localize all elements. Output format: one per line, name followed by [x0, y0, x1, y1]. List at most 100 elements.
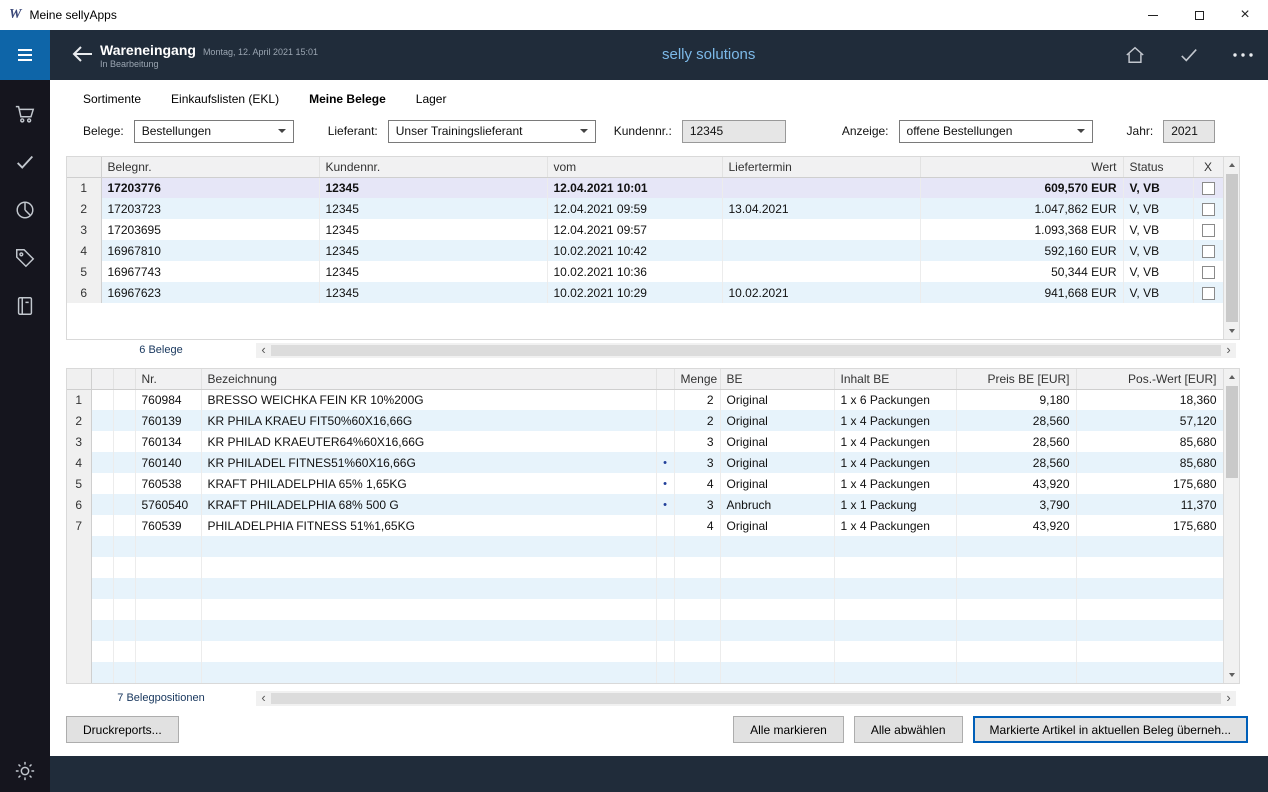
empty-row[interactable]	[67, 557, 1223, 578]
header-status[interactable]: Status	[1123, 157, 1193, 177]
beleg-row[interactable]: 4169678101234510.02.2021 10:42592,160 EU…	[67, 240, 1223, 261]
header-kundennr[interactable]: Kundennr.	[319, 157, 547, 177]
cell-menge: 2	[674, 389, 720, 410]
confirm-button[interactable]	[1178, 46, 1200, 64]
pie-chart-icon	[14, 199, 36, 221]
header-liefertermin[interactable]: Liefertermin	[722, 157, 920, 177]
header-wert[interactable]: Wert	[920, 157, 1123, 177]
maximize-button[interactable]	[1176, 0, 1222, 30]
row-number: 6	[67, 282, 101, 303]
tab-einkaufslisten[interactable]: Einkaufslisten (EKL)	[171, 92, 279, 114]
cell-inhalt-be: 1 x 4 Packungen	[834, 515, 956, 536]
appbar: Wareneingang Montag, 12. April 2021 15:0…	[50, 30, 1268, 80]
row-checkbox[interactable]	[1202, 245, 1215, 258]
tab-lager[interactable]: Lager	[416, 92, 447, 114]
belege-hscroll-thumb[interactable]	[271, 345, 1221, 356]
row-checkbox[interactable]	[1202, 182, 1215, 195]
cell-blank-a	[91, 452, 113, 473]
position-row[interactable]: 4760140KR PHILADEL FITNES51%60X16,66G•3O…	[67, 452, 1223, 473]
page-title-block: Wareneingang Montag, 12. April 2021 15:0…	[100, 42, 318, 69]
positionen-vscroll-thumb[interactable]	[1226, 386, 1238, 478]
cell-empty	[720, 599, 834, 620]
header-be[interactable]: BE	[720, 369, 834, 389]
cell-empty	[135, 536, 201, 557]
minimize-button[interactable]	[1130, 0, 1176, 30]
belege-vscroll[interactable]	[1223, 157, 1239, 339]
jahr-field[interactable]: 2021	[1163, 120, 1215, 143]
position-row[interactable]: 1760984BRESSO WEICHKA FEIN KR 10%200G2Or…	[67, 389, 1223, 410]
scroll-up-icon[interactable]	[1224, 369, 1240, 385]
row-checkbox[interactable]	[1202, 203, 1215, 216]
positionen-vscroll[interactable]	[1223, 369, 1239, 683]
header-preis-be[interactable]: Preis BE [EUR]	[956, 369, 1076, 389]
belege-vscroll-thumb[interactable]	[1226, 174, 1238, 322]
cell-pos-wert: 85,680	[1076, 431, 1223, 452]
uebernehmen-button[interactable]: Markierte Artikel in aktuellen Beleg übe…	[973, 716, 1248, 743]
alle-abwaehlen-button[interactable]: Alle abwählen	[854, 716, 963, 743]
position-row[interactable]: 3760134KR PHILAD KRAEUTER64%60X16,66G3Or…	[67, 431, 1223, 452]
positionen-hscroll[interactable]: ‹ ›	[256, 691, 1236, 706]
cell-blank-a	[91, 494, 113, 515]
cell-empty	[674, 641, 720, 662]
scroll-right-icon[interactable]: ›	[1221, 691, 1236, 705]
scroll-left-icon[interactable]: ‹	[256, 691, 271, 705]
header-bezeichnung[interactable]: Bezeichnung	[201, 369, 656, 389]
position-row[interactable]: 5760538KRAFT PHILADELPHIA 65% 1,65KG•4Or…	[67, 473, 1223, 494]
jahr-field-value: 2021	[1171, 124, 1198, 138]
beleg-row[interactable]: 6169676231234510.02.2021 10:2910.02.2021…	[67, 282, 1223, 303]
header-vom[interactable]: vom	[547, 157, 722, 177]
scroll-down-icon[interactable]	[1224, 323, 1240, 339]
tab-sortimente[interactable]: Sortimente	[83, 92, 141, 114]
positionen-hscroll-thumb[interactable]	[271, 693, 1221, 704]
cell-wert: 1.093,368 EUR	[920, 219, 1123, 240]
anzeige-filter-dropdown[interactable]: offene Bestellungen	[899, 120, 1093, 143]
beleg-row[interactable]: 5169677431234510.02.2021 10:3650,344 EUR…	[67, 261, 1223, 282]
menu-button[interactable]	[0, 30, 50, 80]
row-checkbox[interactable]	[1202, 224, 1215, 237]
empty-row[interactable]	[67, 641, 1223, 662]
belege-filter-dropdown[interactable]: Bestellungen	[134, 120, 294, 143]
header-belegnr[interactable]: Belegnr.	[101, 157, 319, 177]
scroll-up-icon[interactable]	[1224, 157, 1240, 173]
header-inhalt-be[interactable]: Inhalt BE	[834, 369, 956, 389]
empty-row[interactable]	[67, 536, 1223, 557]
row-checkbox[interactable]	[1202, 287, 1215, 300]
scroll-down-icon[interactable]	[1224, 667, 1240, 683]
header-nr[interactable]: Nr.	[135, 369, 201, 389]
sidebar-item-statistics[interactable]	[14, 199, 36, 221]
header-x[interactable]: X	[1193, 157, 1223, 177]
empty-row[interactable]	[67, 662, 1223, 683]
position-row[interactable]: 2760139KR PHILA KRAEU FIT50%60X16,66G2Or…	[67, 410, 1223, 431]
kundennr-field[interactable]: 12345	[682, 120, 786, 143]
sidebar-item-prices[interactable]	[14, 247, 36, 269]
back-button[interactable]	[72, 45, 94, 66]
cell-nr: 760984	[135, 389, 201, 410]
beleg-row[interactable]: 3172036951234512.04.2021 09:571.093,368 …	[67, 219, 1223, 240]
lieferant-filter-label: Lieferant:	[328, 124, 378, 138]
home-button[interactable]	[1124, 45, 1146, 65]
row-checkbox[interactable]	[1202, 266, 1215, 279]
sidebar-item-catalog[interactable]	[14, 295, 36, 317]
scroll-left-icon[interactable]: ‹	[256, 343, 271, 357]
empty-row[interactable]	[67, 620, 1223, 641]
empty-row[interactable]	[67, 599, 1223, 620]
close-button[interactable]: ×	[1222, 0, 1268, 30]
tab-bar: Sortimente Einkaufslisten (EKL) Meine Be…	[50, 80, 1268, 114]
alle-markieren-button[interactable]: Alle markieren	[733, 716, 844, 743]
belege-hscroll[interactable]: ‹ ›	[256, 343, 1236, 358]
empty-row[interactable]	[67, 578, 1223, 599]
position-row[interactable]: 7760539PHILADELPHIA FITNESS 51%1,65KG4Or…	[67, 515, 1223, 536]
sidebar-item-tasks[interactable]	[14, 151, 36, 173]
scroll-right-icon[interactable]: ›	[1221, 343, 1236, 357]
lieferant-filter-dropdown[interactable]: Unser Trainingslieferant	[388, 120, 596, 143]
tab-meine-belege[interactable]: Meine Belege	[309, 92, 386, 114]
beleg-row[interactable]: 2172037231234512.04.2021 09:5913.04.2021…	[67, 198, 1223, 219]
header-menge[interactable]: Menge	[674, 369, 720, 389]
settings-button[interactable]	[14, 760, 36, 782]
beleg-row[interactable]: 1172037761234512.04.2021 10:01609,570 EU…	[67, 177, 1223, 198]
druckreports-button[interactable]: Druckreports...	[66, 716, 179, 743]
more-options-button[interactable]	[1232, 52, 1254, 58]
position-row[interactable]: 65760540KRAFT PHILADELPHIA 68% 500 G•3An…	[67, 494, 1223, 515]
sidebar-item-cart[interactable]	[14, 103, 36, 125]
header-pos-wert[interactable]: Pos.-Wert [EUR]	[1076, 369, 1223, 389]
